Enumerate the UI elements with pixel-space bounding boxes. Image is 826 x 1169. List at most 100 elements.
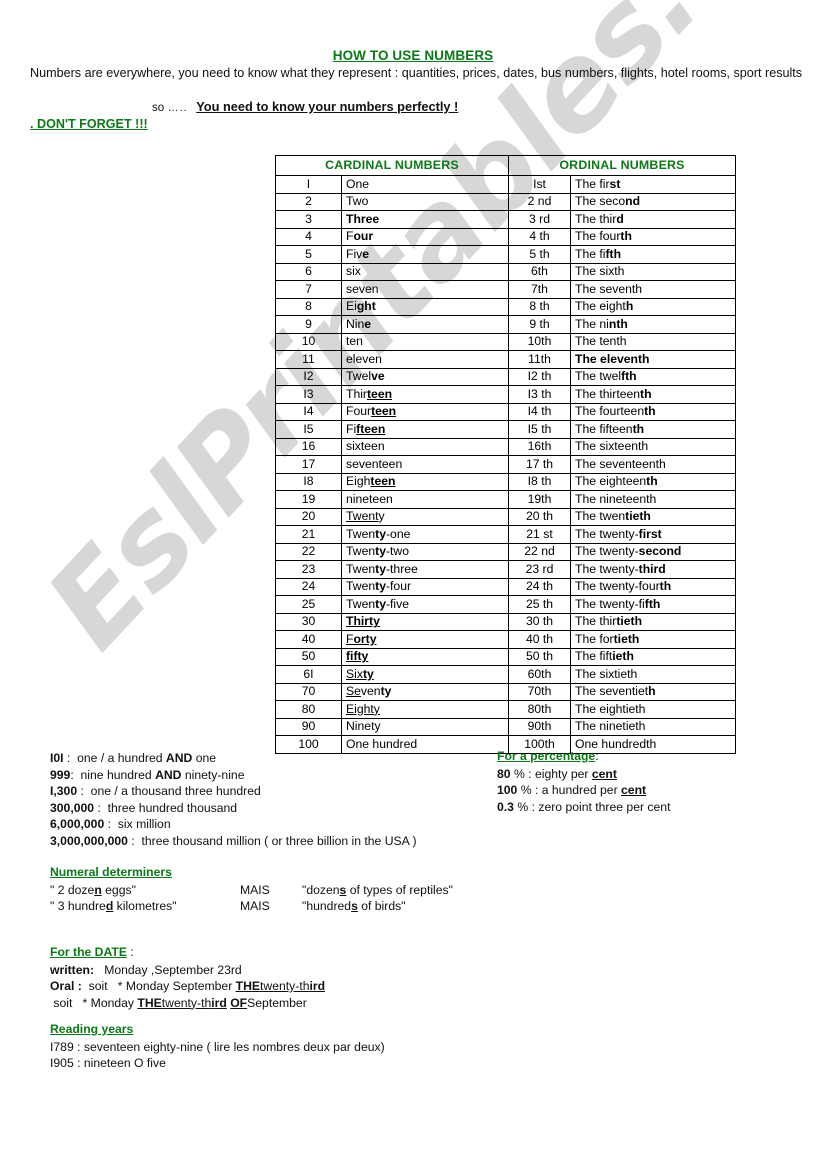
cardinal-word-cell: eleven [341, 350, 509, 369]
big-number-text: six million [117, 817, 171, 831]
date-oral-soit: soit [88, 979, 108, 993]
determiner-plural: "hundreds of birds" [302, 899, 406, 913]
table-row: 22 Twenty-two 22 nd The twenty-second [275, 542, 736, 561]
date-heading: For the DATE [50, 945, 127, 959]
date-oral-label: Oral : [50, 979, 82, 993]
ordinal-word-cell: The eighth [570, 297, 736, 316]
cardinal-word-cell: Thirty [341, 612, 509, 631]
percentage-heading-row: For a percentage: [497, 748, 670, 765]
cardinal-number-cell: I8 [275, 472, 342, 491]
ordinal-word-cell: The eighteenth [570, 472, 736, 491]
ordinal-word-cell: The thirteenth [570, 385, 736, 404]
table-row: 6 six 6th The sixth [275, 262, 736, 281]
ordinal-word-cell: The first [570, 175, 736, 194]
percentage-text: eighty per cent [534, 766, 617, 781]
table-row: 23 Twenty-three 23 rd The twenty-third [275, 560, 736, 579]
ordinal-number-cell: 8 th [508, 297, 571, 316]
big-number-value: I0I [50, 751, 64, 765]
ordinal-word-cell: The twenty-fourth [570, 577, 736, 596]
ordinal-number-cell: 24 th [508, 577, 571, 596]
ordinal-number-cell: 10th [508, 332, 571, 351]
ordinal-number-cell: 30 th [508, 612, 571, 631]
big-number-separator: : [77, 784, 84, 798]
intro-paragraph: Numbers are everywhere, you need to know… [30, 66, 803, 80]
cardinal-word-cell: seventeen [341, 455, 509, 474]
ordinal-number-cell: 2 nd [508, 192, 571, 211]
table-row: 25 Twenty-five 25 th The twenty-fifth [275, 595, 736, 614]
cardinal-number-cell: 20 [275, 507, 342, 526]
determiner-row: " 2 dozen eggs" MAIS "dozens of types of r… [50, 882, 453, 899]
cardinal-word-cell: six [341, 262, 509, 281]
big-number-value: 3,000,000,000 [50, 833, 128, 848]
ordinal-word-cell: The twenty-second [570, 542, 736, 561]
cardinal-word-cell: Twenty-two [341, 542, 509, 561]
percentage-unit: % : [520, 783, 539, 797]
ordinal-number-cell: 5 th [508, 245, 571, 264]
ordinal-number-cell: 70th [508, 682, 571, 701]
big-number-value: 300,000 [50, 800, 95, 815]
cardinal-number-cell: 6 [275, 262, 342, 281]
cardinal-number-cell: I4 [275, 402, 342, 421]
ordinal-number-cell: I2 th [508, 367, 571, 386]
table-row: 80 Eighty 80th The eightieth [275, 700, 736, 719]
cardinal-word-cell: Thirteen [341, 385, 509, 404]
cardinal-word-cell: fifty [341, 647, 509, 666]
date-oral-text-2: * Monday THEtwenty-third OFSeptember [82, 995, 307, 1010]
cardinal-number-cell: 10 [275, 332, 342, 351]
table-row: 70 Seventy 70th The seventieth [275, 682, 736, 701]
ordinal-word-cell: The fortieth [570, 630, 736, 649]
big-number-row: 6,000,000 : six million [50, 816, 417, 833]
cardinal-number-cell: 90 [275, 717, 342, 736]
date-oral-row-2: soit * Monday THEtwenty-third OFSeptembe… [50, 995, 325, 1012]
cardinal-word-cell: Twenty-five [341, 595, 509, 614]
ordinal-number-cell: 50 th [508, 647, 571, 666]
cardinal-number-cell: 7 [275, 280, 342, 299]
cardinal-number-cell: 40 [275, 630, 342, 649]
date-written-label: written: [50, 962, 95, 977]
ordinal-word-cell: The nineteenth [570, 490, 736, 509]
header-ordinal: ORDINAL NUMBERS [508, 155, 736, 176]
ordinal-word-cell: The eleventh [570, 350, 736, 369]
percentage-value: 100 [497, 783, 518, 797]
cardinal-word-cell: ten [341, 332, 509, 351]
date-oral-soit-2: soit [53, 995, 73, 1010]
determiners-heading-row: Numeral determiners [50, 864, 453, 881]
cardinal-number-cell: 3 [275, 210, 342, 229]
big-number-value: 999 [50, 767, 71, 782]
percentage-block: For a percentage: 80 % : eighty per cent… [497, 748, 670, 815]
table-row: 40 Forty 40 th The fortieth [275, 630, 736, 649]
date-written-value: Monday ,September 23rd [104, 962, 242, 977]
percentage-row: 0.3 % : zero point three per cent [497, 799, 670, 816]
big-number-separator: : [70, 767, 74, 782]
cardinal-word-cell: Five [341, 245, 509, 264]
cardinal-number-cell: 30 [275, 612, 342, 631]
page-title: HOW TO USE NUMBERS [332, 48, 494, 63]
ordinal-word-cell: The twenty-fifth [570, 595, 736, 614]
cardinal-word-cell: Eighty [341, 700, 509, 719]
worksheet-page: EslPrintables.com HOW TO USE NUMBERS Num… [0, 0, 826, 1169]
year-row: I905 : nineteen O five [50, 1056, 166, 1070]
ordinal-word-cell: The twentieth [570, 507, 736, 526]
cardinal-number-cell: 23 [275, 560, 342, 579]
percentage-row: 100 % : a hundred per cent [497, 782, 670, 799]
determiners-heading: Numeral determiners [50, 865, 172, 879]
table-row: 2 Two 2 nd The second [275, 192, 736, 211]
table-row: 7 seven 7th The seventh [275, 280, 736, 299]
ordinal-word-cell: The ninth [570, 315, 736, 334]
cardinal-word-cell: Nine [341, 315, 509, 334]
big-number-text: three thousand million ( or three billio… [141, 833, 417, 848]
big-number-row: I0I : one / a hundred AND one [50, 750, 417, 767]
cardinal-number-cell: 6I [275, 665, 342, 684]
date-heading-row: For the DATE : [50, 944, 325, 961]
cardinal-number-cell: 9 [275, 315, 342, 334]
numbers-table: CARDINAL NUMBERS ORDINAL NUMBERS I One Ist… [275, 155, 736, 754]
so-word: so [152, 102, 165, 114]
ordinal-number-cell: 22 nd [508, 542, 571, 561]
ordinal-word-cell: The fiftieth [570, 647, 736, 666]
table-row: 6I Sixty 60th The sixtieth [275, 665, 736, 684]
date-written-row: written: Monday ,September 23rd [50, 962, 325, 979]
determiner-plural: "dozens of types of reptiles" [302, 882, 453, 897]
cardinal-number-cell: 19 [275, 490, 342, 509]
ordinal-word-cell: The tenth [570, 332, 736, 351]
big-number-row: 300,000 : three hundred thousand [50, 800, 417, 817]
